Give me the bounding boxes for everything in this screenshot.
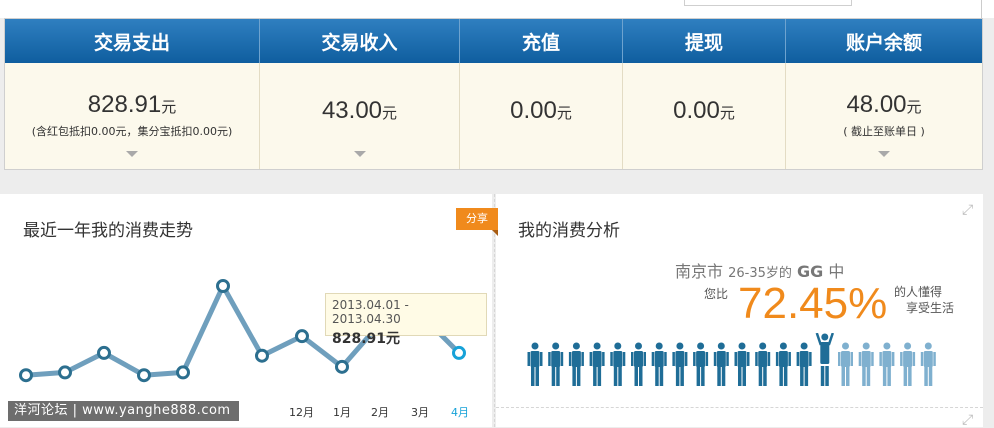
trend-data-point[interactable] xyxy=(335,359,349,374)
withdraw-unit: 元 xyxy=(719,105,735,122)
city: 南京市 xyxy=(675,262,724,281)
balance-note: ( 截止至账单日 ) xyxy=(843,125,925,138)
month-label[interactable]: 3月 xyxy=(411,404,429,420)
balance-cell[interactable]: 48.00元 ( 截止至账单日 ) xyxy=(786,63,982,169)
person-figure xyxy=(734,342,750,386)
compare-prefix: 您比 xyxy=(704,287,729,301)
top-strip xyxy=(0,0,994,18)
month-label[interactable]: 1月 xyxy=(333,404,351,420)
person-figure xyxy=(548,342,564,386)
recharge-cell: 0.00元 xyxy=(460,63,623,169)
trend-data-point[interactable] xyxy=(97,345,111,360)
balance-unit: 元 xyxy=(906,99,922,116)
person-figure xyxy=(920,342,936,386)
header-balance: 账户余额 xyxy=(845,31,922,54)
header-recharge: 充值 xyxy=(460,19,623,63)
balance-amount: 48.00元 xyxy=(786,91,982,119)
tail-line-1: 的人懂得 xyxy=(894,285,943,299)
person-figure xyxy=(672,342,688,386)
person-figure xyxy=(651,342,667,386)
trend-data-point[interactable] xyxy=(452,345,466,360)
tail-line-2: 享受生活 xyxy=(906,301,955,315)
person-figure xyxy=(755,342,771,386)
header-withdraw: 提现 xyxy=(623,19,786,63)
person-figure xyxy=(527,342,543,386)
withdraw-amount: 0.00元 xyxy=(623,97,785,125)
chart-tooltip: 2013.04.01 - 2013.04.30 828.91元 xyxy=(325,293,487,347)
trend-title: 最近一年我的消费走势 xyxy=(23,221,193,241)
income-cell[interactable]: 43.00元 xyxy=(260,63,460,169)
bill-summary-table: 交易支出 交易收入 充值 提现 账户余额 828.91元 (含红包抵扣0.00元… xyxy=(4,18,983,170)
recharge-unit: 元 xyxy=(556,105,572,122)
withdraw-cell: 0.00元 xyxy=(623,63,786,169)
expand-arrow-icon[interactable] xyxy=(353,151,366,157)
person-figure xyxy=(589,342,605,386)
expand-arrow-icon[interactable] xyxy=(126,151,138,157)
divider xyxy=(981,0,982,18)
month-label[interactable]: 2月 xyxy=(371,404,389,420)
percent-value: 72.45% xyxy=(738,279,888,328)
person-figure xyxy=(610,342,626,386)
person-figure xyxy=(796,342,812,386)
person-figure xyxy=(693,342,709,386)
summary-value-row: 828.91元 (含红包抵扣0.00元，集分宝抵扣0.00元) 43.00元 0… xyxy=(5,63,982,169)
income-value: 43.00 xyxy=(321,97,383,124)
trend-data-point[interactable] xyxy=(137,368,151,383)
expense-note: (含红包抵扣0.00元，集分宝抵扣0.00元) xyxy=(31,125,233,138)
person-figure xyxy=(838,342,853,386)
balance-value: 48.00 xyxy=(846,91,907,118)
search-input[interactable] xyxy=(684,0,852,6)
recharge-amount: 0.00元 xyxy=(460,97,622,125)
expand-icon[interactable]: ⤢ xyxy=(962,412,973,428)
trend-data-point[interactable] xyxy=(19,368,33,383)
tooltip-range: 2013.04.01 - 2013.04.30 xyxy=(332,298,409,326)
month-label[interactable]: 12月 xyxy=(289,404,314,420)
people-figures xyxy=(527,333,936,386)
income-unit: 元 xyxy=(382,105,398,122)
analysis-divider xyxy=(496,407,983,408)
person-figure-highlight xyxy=(815,333,834,386)
expand-arrow-icon[interactable] xyxy=(878,151,890,157)
person-figure xyxy=(900,342,916,386)
person-figure xyxy=(568,342,584,386)
trend-data-point[interactable] xyxy=(255,348,269,363)
withdraw-value: 0.00 xyxy=(673,97,720,124)
trend-data-point[interactable] xyxy=(295,329,309,344)
header-income: 交易收入 xyxy=(260,19,460,63)
summary-header-row: 交易支出 交易收入 充值 提现 账户余额 xyxy=(5,19,982,63)
trend-data-point[interactable] xyxy=(176,365,190,380)
tooltip-amount: 828.91元 xyxy=(332,331,401,347)
trend-data-point[interactable] xyxy=(58,365,72,380)
person-figure xyxy=(858,342,874,386)
expense-cell[interactable]: 828.91元 (含红包抵扣0.00元，集分宝抵扣0.00元) xyxy=(5,63,260,169)
trend-data-point[interactable] xyxy=(216,279,230,293)
recharge-value: 0.00 xyxy=(510,97,557,124)
income-amount: 43.00元 xyxy=(260,97,459,125)
forum-watermark: 洋河论坛 | www.yanghe888.com xyxy=(8,401,239,421)
person-figure xyxy=(631,342,646,386)
person-figure xyxy=(713,342,729,386)
expense-value: 828.91 xyxy=(87,91,162,118)
expense-amount: 828.91元 xyxy=(5,91,259,119)
share-button[interactable]: 分享 xyxy=(456,208,498,236)
expense-unit: 元 xyxy=(161,99,177,116)
person-figure xyxy=(879,342,895,386)
analysis-title: 我的消费分析 xyxy=(518,221,620,241)
month-label-active[interactable]: 4月 xyxy=(451,404,469,420)
expand-icon[interactable]: ⤢ xyxy=(962,202,973,218)
person-figure xyxy=(775,342,791,386)
header-expense: 交易支出 xyxy=(5,19,260,63)
